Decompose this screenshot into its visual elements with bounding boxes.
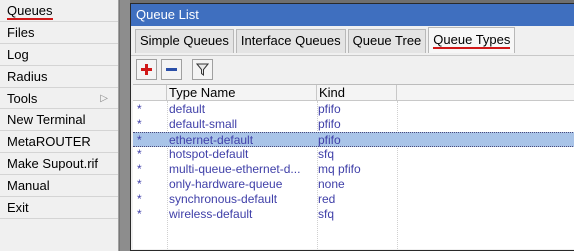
column-header-type-name[interactable]: Type Name <box>167 85 317 101</box>
tab-bar: Simple Queues Interface Queues Queue Tre… <box>131 26 574 55</box>
row-kind: sfq <box>318 147 335 161</box>
row-kind: none <box>318 177 345 191</box>
row-type-name: default <box>169 102 206 116</box>
row-type-name: hotspot-default <box>169 147 249 161</box>
row-flag: * <box>137 102 142 116</box>
filter-icon <box>195 63 210 76</box>
row-flag: * <box>137 177 142 191</box>
menu-item-label: Make Supout.rif <box>7 156 99 172</box>
remove-button[interactable] <box>161 59 182 80</box>
window-title[interactable]: Queue List <box>131 4 574 26</box>
menu-item-exit[interactable]: Exit <box>0 197 118 219</box>
tab-queue-types[interactable]: Queue Types <box>428 27 516 53</box>
row-flag: * <box>137 207 142 221</box>
sidebar-scrollbar[interactable] <box>119 0 130 251</box>
tab-label: Queue Tree <box>352 33 422 48</box>
row-type-name: default-small <box>169 117 238 131</box>
menu-item-files[interactable]: Files <box>0 22 118 44</box>
submenu-arrow-icon: ▷ <box>100 92 108 104</box>
remove-icon <box>166 68 177 71</box>
table-row-selected[interactable]: * ethernet-default pfifo <box>133 132 574 147</box>
queue-types-table: Type Name Kind * default pfifo * default… <box>133 84 574 249</box>
row-kind: pfifo <box>318 102 341 116</box>
sidebar-menu: Queues Files Log Radius Tools ▷ New Termi… <box>0 0 119 251</box>
tab-queue-tree[interactable]: Queue Tree <box>347 29 427 53</box>
menu-item-metarouter[interactable]: MetaROUTER <box>0 131 118 154</box>
table-row[interactable]: * only-hardware-queue none <box>133 177 574 192</box>
row-flag: * <box>137 192 142 206</box>
menu-item-label: Radius <box>7 68 48 84</box>
row-kind: pfifo <box>318 133 341 147</box>
row-type-name: multi-queue-ethernet-d... <box>169 162 301 176</box>
row-type-name: only-hardware-queue <box>169 177 283 191</box>
menu-item-label: Tools <box>7 90 38 106</box>
menu-item-radius[interactable]: Radius <box>0 66 118 88</box>
menu-item-log[interactable]: Log <box>0 44 118 66</box>
menu-item-label: Log <box>7 46 29 62</box>
menu-item-label: Queues <box>7 3 53 20</box>
table-row[interactable]: * default-small pfifo <box>133 117 574 132</box>
menu-item-label: Manual <box>7 178 50 194</box>
tab-simple-queues[interactable]: Simple Queues <box>135 29 234 53</box>
row-kind: sfq <box>318 207 335 221</box>
table-row[interactable]: * hotspot-default sfq <box>133 147 574 162</box>
tab-label: Interface Queues <box>240 33 341 48</box>
row-flag: * <box>137 147 142 161</box>
tab-label: Simple Queues <box>140 33 229 48</box>
row-flag: * <box>137 117 142 131</box>
menu-item-label: New Terminal <box>7 112 86 128</box>
toolbar <box>131 55 574 82</box>
menu-item-tools[interactable]: Tools ▷ <box>0 88 118 110</box>
row-type-name: ethernet-default <box>169 133 254 147</box>
column-header-kind[interactable]: Kind <box>317 85 397 101</box>
table-row[interactable]: * synchronous-default red <box>133 192 574 207</box>
row-flag: * <box>137 133 142 147</box>
table-row[interactable]: * multi-queue-ethernet-d... mq pfifo <box>133 162 574 177</box>
menu-item-label: Files <box>7 24 35 40</box>
row-kind: mq pfifo <box>318 162 361 176</box>
row-type-name: wireless-default <box>169 207 253 221</box>
row-type-name: synchronous-default <box>169 192 278 206</box>
queue-list-window: Queue List Simple Queues Interface Queue… <box>130 3 574 251</box>
menu-item-label: MetaROUTER <box>7 134 91 150</box>
table-row[interactable]: * default pfifo <box>133 102 574 117</box>
row-kind: pfifo <box>318 117 341 131</box>
menu-item-queues[interactable]: Queues <box>0 0 118 22</box>
column-header-flag[interactable] <box>133 85 167 101</box>
menu-item-new-terminal[interactable]: New Terminal <box>0 109 118 132</box>
tab-label: Queue Types <box>433 32 511 49</box>
row-kind: red <box>318 192 336 206</box>
table-header: Type Name Kind <box>133 85 574 101</box>
menu-item-manual[interactable]: Manual <box>0 175 118 198</box>
filter-button[interactable] <box>192 59 213 80</box>
add-button[interactable] <box>136 59 157 80</box>
row-flag: * <box>137 162 142 176</box>
add-icon <box>141 64 152 75</box>
tab-interface-queues[interactable]: Interface Queues <box>235 29 346 53</box>
menu-item-make-supout[interactable]: Make Supout.rif <box>0 153 118 176</box>
table-row[interactable]: * wireless-default sfq <box>133 207 574 222</box>
menu-item-label: Exit <box>7 200 29 216</box>
